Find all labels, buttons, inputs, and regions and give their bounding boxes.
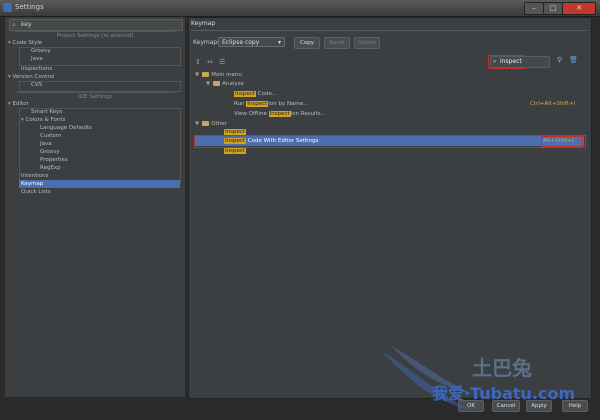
- tree-item-inspections[interactable]: Inspections: [21, 65, 52, 73]
- row-other[interactable]: ▼ Other: [195, 120, 227, 128]
- keymap-select-value: Eclipse copy: [222, 39, 260, 46]
- row-inspect-code-editor-settings[interactable]: Inspect Code With Editor Settings: [224, 137, 318, 145]
- chevron-down-icon: ▾: [277, 39, 281, 46]
- maximize-button[interactable]: □: [543, 2, 563, 15]
- row-other-inspect-3[interactable]: Inspect: [224, 147, 247, 155]
- minimize-button[interactable]: –: [524, 2, 544, 15]
- shortcut-inspect-code-editor: Alt+Shift+I: [543, 138, 574, 144]
- tree-item-editor[interactable]: ▾ Editor: [8, 100, 29, 108]
- tree-item-code-style[interactable]: ▾ Code Style: [8, 39, 42, 47]
- tree-item-groovy[interactable]: Groovy: [31, 47, 51, 55]
- close-button[interactable]: ✕: [562, 2, 596, 15]
- row-analyze[interactable]: ▼ Analyze: [206, 80, 244, 88]
- edit-icon[interactable]: ☰: [219, 58, 225, 66]
- tree-item-java[interactable]: Java: [31, 55, 43, 63]
- tree-item-version-control[interactable]: ▾ Version Control: [8, 73, 54, 81]
- tree-item-smart-keys[interactable]: Smart Keys: [31, 108, 62, 116]
- row-main-menu[interactable]: ▼ Main menu: [195, 71, 242, 79]
- divider: [191, 30, 587, 31]
- window-title: Settings: [15, 3, 44, 11]
- app-icon: [3, 3, 12, 12]
- watermark-url: 我爱·Tubatu.com: [432, 384, 576, 403]
- ide-settings-header: IDE Settings: [15, 92, 175, 101]
- settings-search[interactable]: ⌕ key: [9, 19, 183, 31]
- search-icon: ⌕: [493, 58, 497, 65]
- settings-sidebar: ⌕ key Project Settings [rc.android] ▾ Co…: [5, 17, 185, 397]
- folder-icon: [202, 72, 210, 77]
- reset-button[interactable]: Reset: [324, 37, 350, 49]
- expand-all-icon[interactable]: ⇕: [195, 58, 201, 66]
- settings-search-input[interactable]: key: [21, 21, 32, 28]
- copy-button[interactable]: Copy: [294, 37, 320, 49]
- tree-item-custom[interactable]: Custom: [40, 132, 61, 140]
- tree-item-intentions[interactable]: Intentions: [21, 172, 49, 180]
- keymap-filter-input[interactable]: inspect: [500, 57, 522, 67]
- shortcut-run-inspection: Ctrl+Alt+Shift+I: [530, 101, 576, 107]
- keymap-select[interactable]: Eclipse copy ▾: [218, 37, 285, 47]
- tree-item-java-colors[interactable]: Java: [40, 140, 52, 148]
- tree-item-quick-lists[interactable]: Quick Lists: [21, 188, 51, 196]
- row-run-inspection[interactable]: Run Inspection by Name...: [234, 100, 308, 108]
- tree-item-language-defaults[interactable]: Language Defaults: [40, 124, 92, 132]
- find-shortcut-icon[interactable]: ⚲: [557, 56, 562, 64]
- title-bar: Settings – □ ✕: [0, 0, 600, 17]
- delete-button[interactable]: Delete: [354, 37, 380, 49]
- panel-title: Keymap: [191, 20, 216, 27]
- collapse-all-icon[interactable]: ⇔: [207, 58, 213, 66]
- tree-item-regexp[interactable]: RegExp: [40, 164, 61, 172]
- search-icon: ⌕: [12, 21, 16, 29]
- clear-filter-icon[interactable]: 🗑: [569, 56, 578, 64]
- keymap-filter[interactable]: ⌕ inspect: [490, 56, 550, 68]
- version-control-group: [19, 81, 181, 92]
- folder-icon: [202, 121, 210, 126]
- row-view-offline[interactable]: View Offline Inspection Results...: [234, 110, 326, 118]
- tree-item-colors-fonts[interactable]: ▾ Colors & Fonts: [21, 116, 65, 124]
- tree-item-properties[interactable]: Properties: [40, 156, 68, 164]
- folder-icon: [213, 81, 221, 86]
- tree-item-groovy-colors[interactable]: Groovy: [40, 148, 60, 156]
- tree-item-keymap[interactable]: Keymap: [21, 180, 43, 188]
- row-inspect-code[interactable]: Inspect Code...: [234, 90, 277, 98]
- watermark-text: 土巴兔: [472, 356, 532, 380]
- tree-item-cvs[interactable]: CVS: [31, 81, 42, 89]
